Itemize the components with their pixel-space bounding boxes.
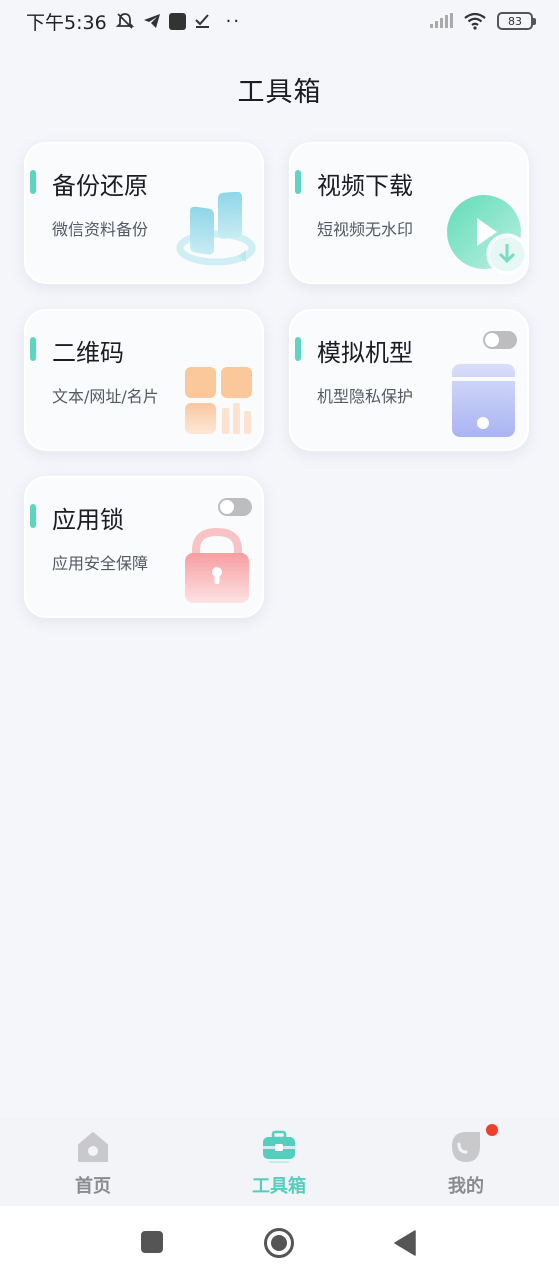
tool-card-qr-code[interactable]: 二维码 文本/网址/名片 — [24, 309, 264, 451]
status-bar: 下午5:36 ·· 83 — [0, 0, 559, 42]
profile-icon — [452, 1132, 480, 1162]
backup-restore-icon — [176, 192, 256, 266]
status-time: 下午5:36 — [26, 11, 107, 34]
battery-level: 83 — [508, 14, 522, 28]
tool-card-app-lock[interactable]: 应用锁 应用安全保障 — [24, 476, 264, 618]
phone-model-toggle[interactable] — [483, 331, 517, 349]
card-subtitle: 短视频无水印 — [317, 220, 414, 239]
card-accent-bar — [295, 170, 301, 194]
card-subtitle: 文本/网址/名片 — [52, 387, 159, 406]
home-icon — [78, 1132, 108, 1162]
telegram-icon — [143, 14, 160, 28]
notification-badge — [486, 1124, 498, 1136]
app-lock-toggle[interactable] — [218, 498, 252, 516]
nav-label-home: 首页 — [75, 1176, 111, 1197]
tool-card-backup[interactable]: 备份还原 微信资料备份 — [24, 142, 264, 284]
card-subtitle: 微信资料备份 — [52, 220, 149, 239]
bell-muted-icon — [115, 13, 134, 29]
app-square-icon — [168, 12, 186, 30]
bottom-nav: 首页 工具箱 我的 — [0, 1118, 559, 1206]
nav-item-toolbox[interactable]: 工具箱 — [219, 1130, 339, 1198]
lock-icon — [185, 528, 249, 603]
nav-label-profile: 我的 — [448, 1176, 484, 1197]
card-accent-bar — [30, 504, 36, 528]
phone-model-icon — [452, 364, 515, 437]
nav-label-toolbox: 工具箱 — [252, 1176, 306, 1197]
check-list-icon — [194, 14, 209, 28]
back-triangle-icon[interactable] — [393, 1230, 417, 1256]
more-dots-icon: ·· — [225, 10, 242, 32]
signal-icon — [430, 13, 453, 28]
battery-icon: 83 — [497, 12, 536, 30]
card-subtitle: 机型隐私保护 — [317, 387, 414, 406]
nav-item-profile[interactable]: 我的 — [406, 1124, 526, 1198]
card-title: 视频下载 — [317, 172, 413, 200]
card-title: 备份还原 — [52, 172, 148, 200]
tool-card-phone-model[interactable]: 模拟机型 机型隐私保护 — [289, 309, 529, 451]
nav-item-home[interactable]: 首页 — [33, 1130, 153, 1198]
card-title: 二维码 — [52, 339, 124, 367]
home-circle-icon[interactable] — [263, 1227, 295, 1259]
card-title: 模拟机型 — [317, 339, 413, 367]
card-accent-bar — [30, 170, 36, 194]
card-subtitle: 应用安全保障 — [52, 554, 149, 573]
recents-square-icon[interactable] — [140, 1230, 164, 1254]
toolbox-icon — [263, 1130, 295, 1163]
card-accent-bar — [30, 337, 36, 361]
video-download-icon — [447, 195, 528, 275]
card-title: 应用锁 — [52, 506, 124, 534]
card-accent-bar — [295, 337, 301, 361]
tool-card-video-download[interactable]: 视频下载 短视频无水印 — [289, 142, 529, 284]
page-title: 工具箱 — [237, 77, 322, 108]
system-nav-bar — [0, 1206, 559, 1280]
qr-code-icon — [185, 367, 252, 434]
wifi-icon — [464, 12, 486, 30]
